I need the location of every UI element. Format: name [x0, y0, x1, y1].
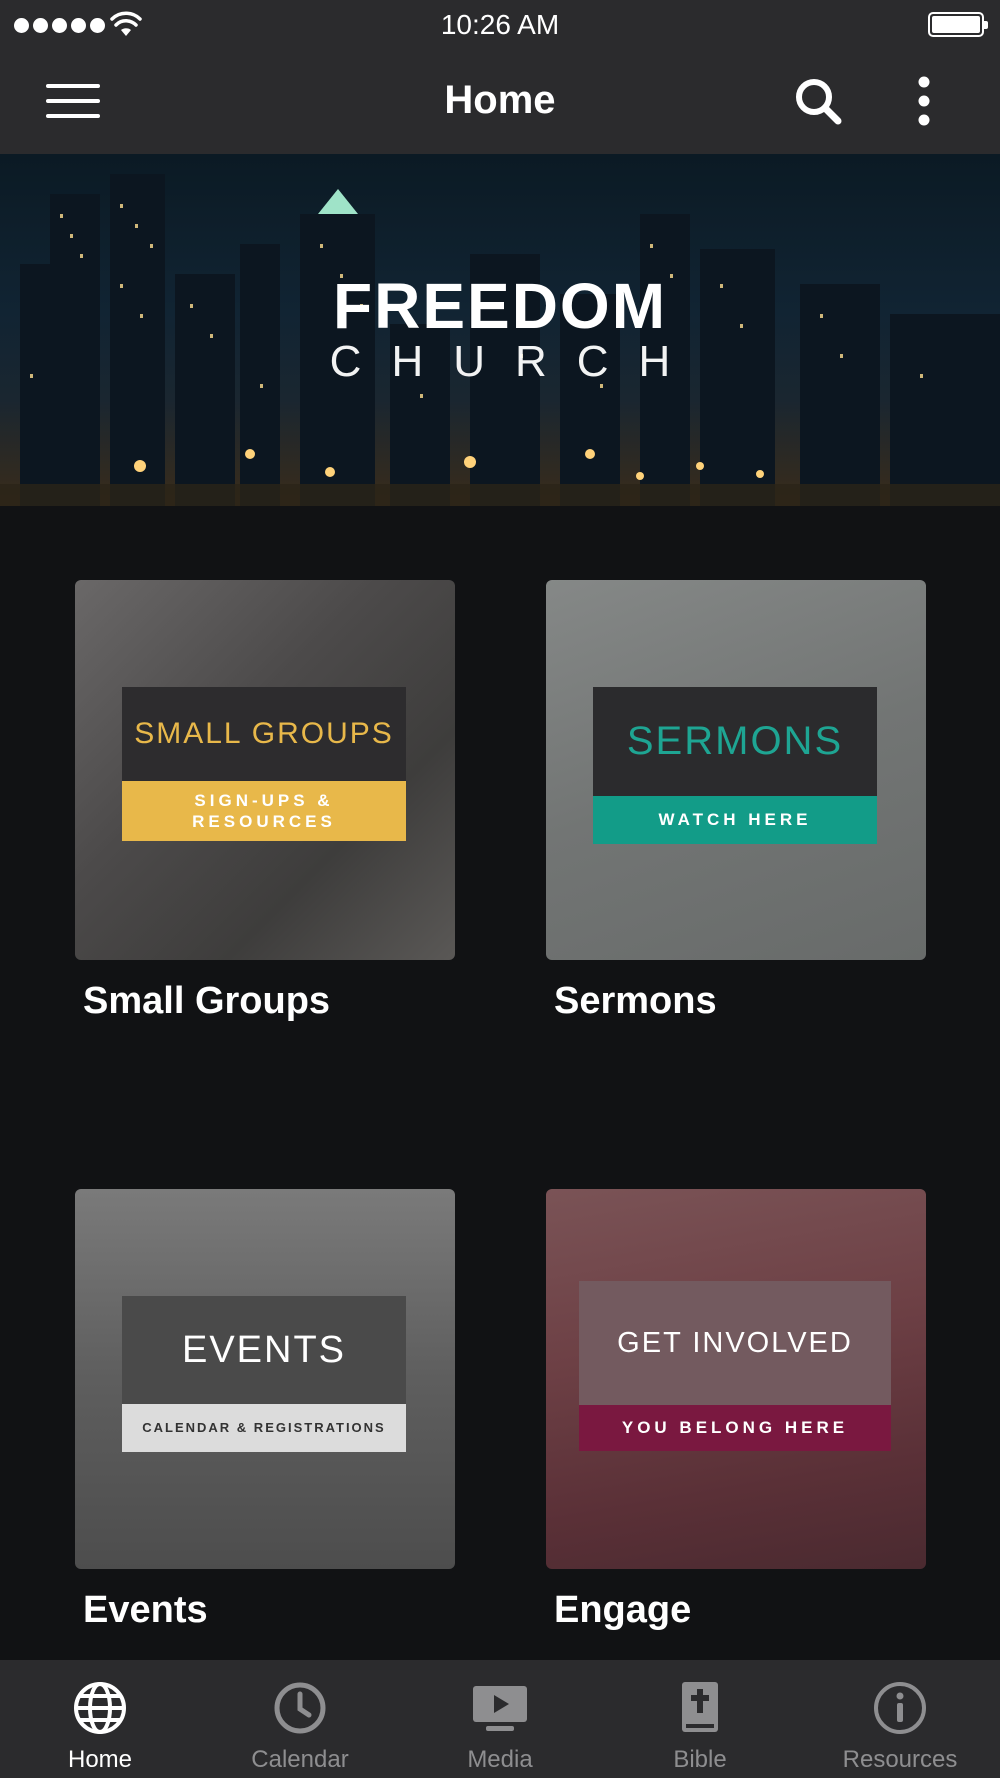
tab-label: Bible: [673, 1746, 727, 1773]
tile-overlay-sub-bg: WATCH HERE: [593, 796, 877, 844]
status-bar: 10:26 AM: [0, 0, 1000, 50]
tile-sermons[interactable]: SERMONS WATCH HERE Sermons: [546, 580, 926, 1022]
tile-image: SMALL GROUPS SIGN-UPS & RESOURCES: [75, 580, 455, 960]
hamburger-icon[interactable]: [46, 80, 102, 122]
tile-overlay-title: EVENTS: [181, 1328, 347, 1371]
nav-bar: Home: [0, 50, 1000, 154]
tile-overlay-title: GET INVOLVED: [617, 1326, 853, 1359]
bible-icon: [682, 1682, 718, 1732]
tile-overlay-title-bg: GET INVOLVED: [579, 1281, 891, 1405]
tab-bible[interactable]: Bible: [600, 1660, 800, 1778]
globe-icon: [74, 1682, 126, 1734]
tab-media[interactable]: Media: [400, 1660, 600, 1778]
tile-overlay-title-bg: SERMONS: [593, 687, 877, 796]
tile-overlay-title: SMALL GROUPS: [134, 717, 394, 750]
info-icon: [874, 1682, 926, 1734]
banner-subtitle: CHURCH: [329, 337, 701, 386]
hero-banner[interactable]: FREEDOM CHURCH: [0, 154, 1000, 506]
tab-resources[interactable]: Resources: [800, 1660, 1000, 1778]
tile-overlay-subtitle: WATCH HERE: [658, 810, 812, 830]
tab-bar: Home Calendar Media Bible Resources: [0, 1660, 1000, 1778]
more-vertical-icon[interactable]: [910, 74, 938, 128]
banner-title: FREEDOM: [333, 270, 667, 342]
tab-home[interactable]: Home: [0, 1660, 200, 1778]
church-logo: FREEDOM CHURCH: [0, 274, 1000, 384]
tile-small-groups[interactable]: SMALL GROUPS SIGN-UPS & RESOURCES Small …: [75, 580, 455, 1022]
tile-overlay-title-bg: EVENTS: [122, 1296, 406, 1404]
tile-image: GET INVOLVED YOU BELONG HERE: [546, 1189, 926, 1569]
tile-image: SERMONS WATCH HERE: [546, 580, 926, 960]
tile-caption: Events: [83, 1589, 208, 1631]
tile-engage[interactable]: GET INVOLVED YOU BELONG HERE Engage: [546, 1189, 926, 1631]
tile-events[interactable]: EVENTS CALENDAR & REGISTRATIONS Events: [75, 1189, 455, 1631]
tile-overlay-sub-bg: SIGN-UPS & RESOURCES: [122, 781, 406, 841]
tab-label: Calendar: [251, 1746, 349, 1773]
clock-icon: [274, 1682, 326, 1734]
tile-overlay-sub-bg: YOU BELONG HERE: [579, 1405, 891, 1451]
tile-overlay-subtitle: SIGN-UPS & RESOURCES: [192, 790, 336, 831]
status-time: 10:26 AM: [440, 9, 560, 40]
tile-overlay-subtitle: CALENDAR & REGISTRATIONS: [142, 1419, 386, 1435]
tile-overlay-sub-bg: CALENDAR & REGISTRATIONS: [122, 1404, 406, 1452]
page-title: Home: [444, 78, 556, 122]
search-icon[interactable]: [793, 76, 843, 126]
tile-overlay-subtitle: YOU BELONG HERE: [621, 1418, 849, 1438]
tile-image: EVENTS CALENDAR & REGISTRATIONS: [75, 1189, 455, 1569]
tile-caption: Small Groups: [83, 980, 331, 1022]
tab-label: Media: [467, 1746, 533, 1773]
play-screen-icon: [473, 1686, 527, 1731]
tile-overlay-title: SERMONS: [626, 719, 844, 763]
tile-caption: Engage: [554, 1589, 692, 1631]
tab-label: Home: [67, 1746, 133, 1773]
tile-caption: Sermons: [554, 980, 717, 1022]
tab-calendar[interactable]: Calendar: [200, 1660, 400, 1778]
battery-icon: [928, 12, 988, 37]
tile-overlay-title-bg: SMALL GROUPS: [122, 687, 406, 781]
tab-label: Resources: [842, 1746, 958, 1773]
